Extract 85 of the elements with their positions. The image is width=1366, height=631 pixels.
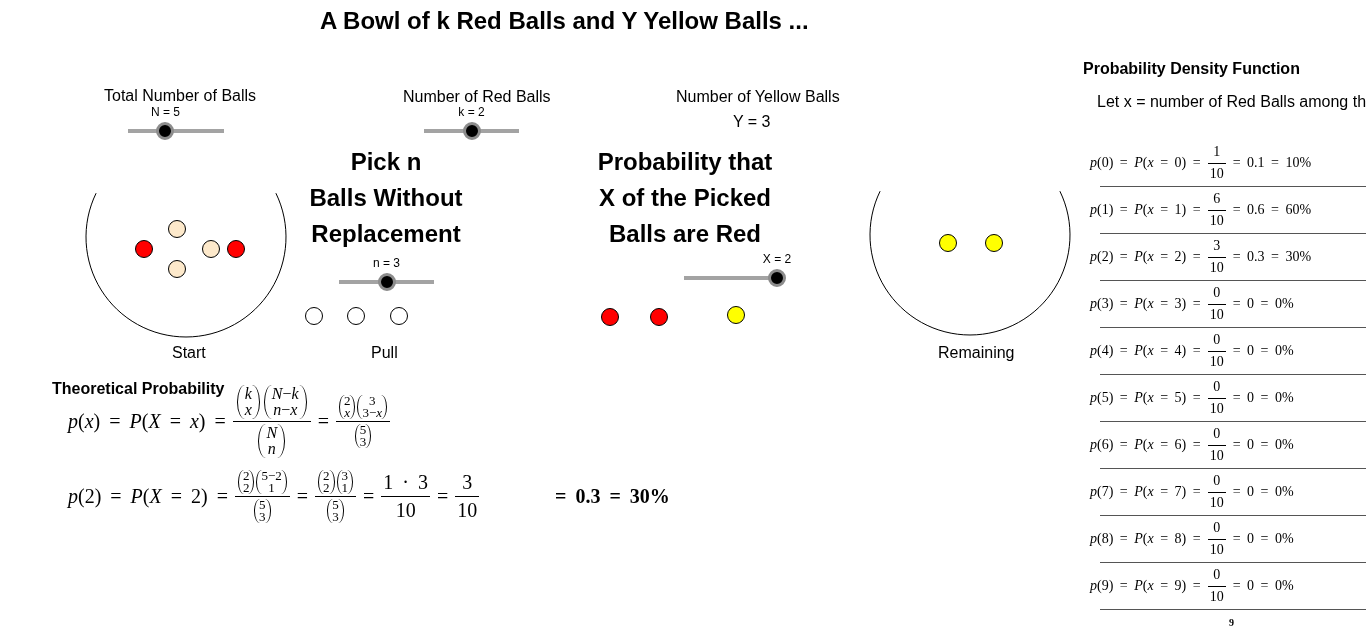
math-text: 1: [1213, 144, 1221, 161]
math-text: 0: [1213, 567, 1221, 584]
value-text: Y = 3: [733, 112, 771, 131]
math-text: 10: [1209, 306, 1224, 323]
math-text: = 0 = 0%: [1232, 530, 1294, 548]
math-text: 0: [1213, 285, 1221, 302]
binomial: k x: [236, 384, 260, 419]
math-text: 0: [1213, 473, 1221, 490]
math-text: 0: [1213, 520, 1221, 537]
math-text: 0: [1213, 332, 1221, 349]
math-text: =: [363, 484, 375, 508]
math-text: p(3) = P(x = 3) =: [1090, 295, 1201, 313]
math-text: p(x) = P(X = x) =: [68, 409, 226, 433]
slider-value: n = 3: [373, 256, 400, 270]
binomial: 2 x: [338, 394, 356, 419]
binomial: N n: [258, 423, 286, 458]
math-text: 3: [1213, 238, 1221, 255]
slider-value: k = 2: [458, 105, 485, 119]
math-text: p(8) = P(x = 8) =: [1090, 530, 1201, 548]
binomial: 3 1: [336, 469, 354, 494]
binomial: 2 2: [237, 469, 255, 494]
math-text: = 0 = 0%: [1232, 389, 1294, 407]
math-text: p(2) = P(X = 2) =: [68, 484, 228, 508]
math-text: =: [437, 484, 449, 508]
math-text: 10: [1209, 259, 1224, 276]
group-label: Remaining: [938, 343, 1015, 362]
slider-thumb[interactable]: [768, 269, 786, 287]
math-text: = 0 = 0%: [1232, 436, 1294, 454]
math-text: = 0.6 = 60%: [1232, 201, 1312, 219]
slider-thumb[interactable]: [462, 122, 481, 140]
slider-caption: Total Number of Balls: [104, 86, 257, 105]
math-text: 10: [1209, 400, 1224, 417]
math-text: 10: [457, 498, 478, 522]
math-text: p(0) = P(x = 0) =: [1090, 154, 1201, 172]
group-label: Start: [172, 343, 206, 362]
math-text: 0: [1213, 379, 1221, 396]
section-title: Theoretical Probability: [52, 379, 225, 398]
result-text: = 0.3 = 30%: [555, 484, 670, 508]
binomial: 5 3: [254, 498, 271, 523]
binomial: 3 3−x: [357, 394, 388, 419]
math-text: p(1) = P(x = 1) =: [1090, 201, 1201, 219]
math-text: 10: [1209, 541, 1224, 558]
group-label: Pull: [371, 343, 398, 362]
math-text: = 0.1 = 10%: [1232, 154, 1312, 172]
math-text: 10: [1209, 165, 1224, 182]
slider-value: X = 2: [762, 252, 792, 266]
math-text: = 0 = 0%: [1232, 342, 1294, 360]
heading-text: Pick n Balls Without Replacement: [308, 147, 464, 249]
math-text: 6: [1213, 191, 1221, 208]
binomial: 2 2: [318, 469, 335, 494]
binomial: N−k n−x: [263, 384, 307, 419]
slider-thumb[interactable]: [156, 122, 175, 140]
binomial: 5 3: [327, 498, 344, 523]
binomial: 5−2 1: [256, 469, 287, 494]
math-text: 0: [1213, 426, 1221, 443]
math-text: 3: [462, 470, 473, 494]
heading-text: Probability that X of the Picked Balls are Red: [596, 147, 774, 249]
binomial: 5 3: [354, 423, 372, 448]
math-text: = 0 = 0%: [1232, 577, 1294, 595]
slider-thumb[interactable]: [377, 273, 396, 291]
math-text: p(5) = P(x = 5) =: [1090, 389, 1201, 407]
description-text: Let x = number of Red Balls among th: [1097, 92, 1366, 111]
slider-caption: Number of Red Balls: [403, 87, 551, 106]
slider-caption: Number of Yellow Balls: [676, 87, 840, 106]
math-text: =: [317, 409, 329, 433]
math-text: p(4) = P(x = 4) =: [1090, 342, 1201, 360]
math-text: =: [296, 484, 309, 508]
math-text: 10: [1209, 494, 1224, 511]
math-text: 10: [1209, 588, 1224, 605]
panel-title: Probability Density Function: [1083, 59, 1300, 78]
math-text: p(2) = P(x = 2) =: [1090, 248, 1201, 266]
math-text: = 0 = 0%: [1232, 483, 1294, 501]
math-text: 10: [1209, 212, 1224, 229]
slider-value: N = 5: [150, 105, 180, 119]
math-text: 9: [1229, 618, 1234, 628]
math-text: p(6) = P(x = 6) =: [1090, 436, 1201, 454]
math-text: p(9) = P(x = 9) =: [1090, 577, 1201, 595]
math-text: 10: [395, 498, 416, 522]
math-text: p(7) = P(x = 7) =: [1090, 483, 1201, 501]
math-text: = 0 = 0%: [1232, 295, 1294, 313]
math-text: 10: [1209, 353, 1224, 370]
math-text: = 0.3 = 30%: [1232, 248, 1312, 266]
math-text: 10: [1209, 447, 1224, 464]
page-title: A Bowl of k Red Balls and Y Yellow Balls ...: [320, 6, 809, 36]
math-text: 1 · 3: [383, 470, 428, 494]
